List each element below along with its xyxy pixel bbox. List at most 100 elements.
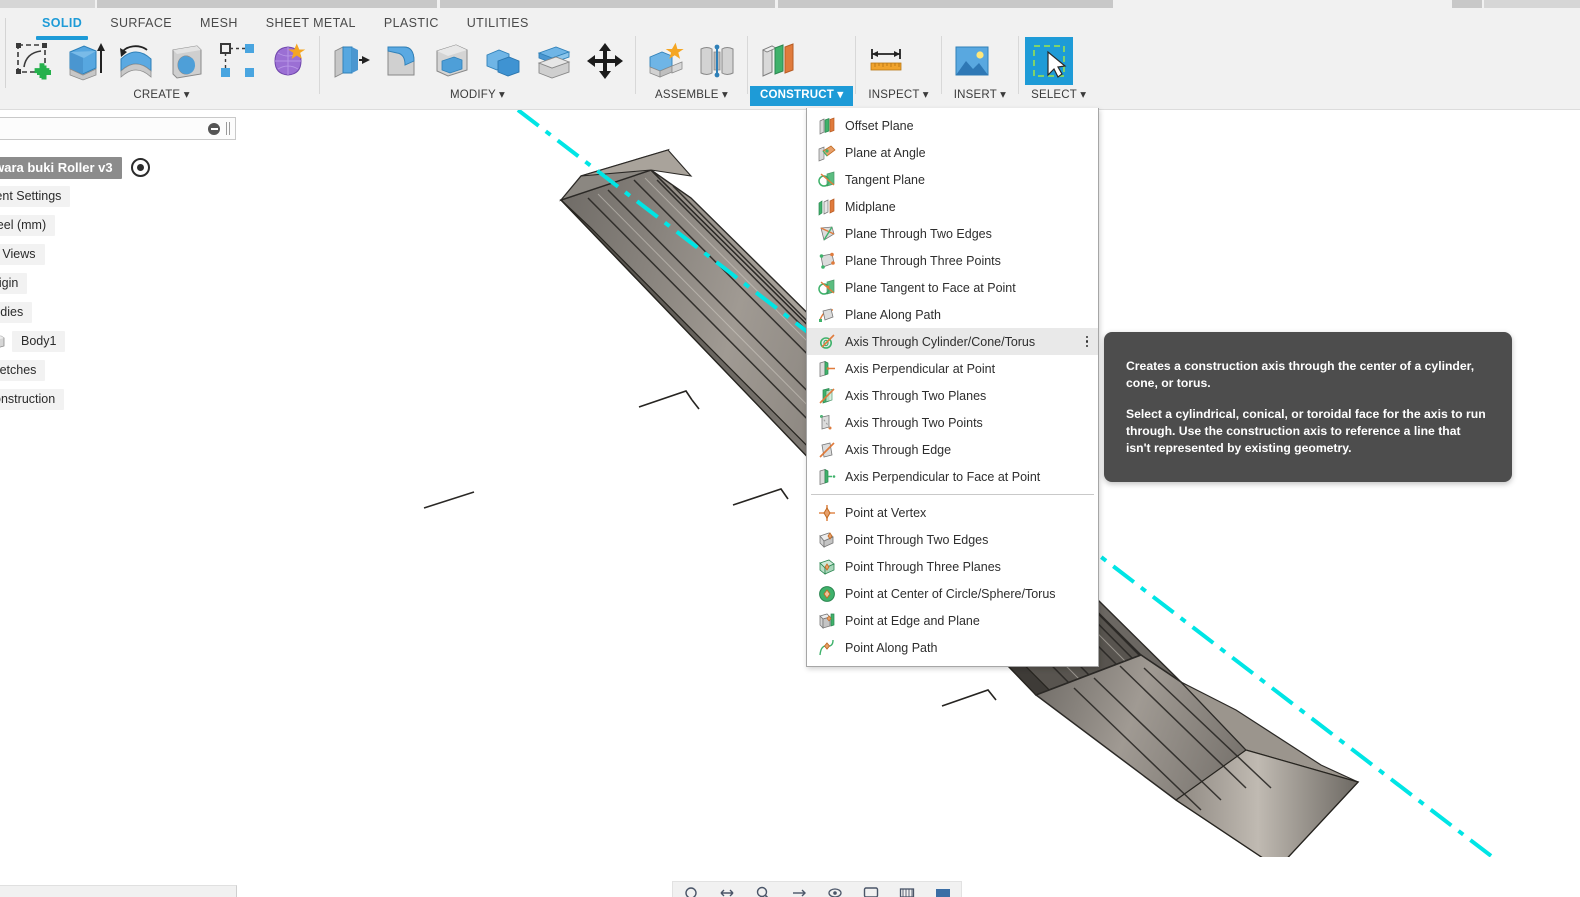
point-center-circle-icon: [817, 584, 837, 604]
panel-dropdown-insert[interactable]: INSERT ▾: [944, 86, 1016, 106]
browser-node-sketches[interactable]: Sketches: [0, 356, 236, 385]
combine-icon[interactable]: [479, 37, 527, 85]
workspace-tab-mesh[interactable]: MESH: [186, 10, 252, 36]
browser-node-bodies[interactable]: Bodies: [0, 298, 236, 327]
collapse-all-icon[interactable]: [208, 122, 220, 135]
panel-grip-icon[interactable]: [226, 122, 227, 135]
visibility-toggle-icon[interactable]: [130, 158, 150, 177]
menu-item-plane-at-angle[interactable]: Plane at Angle: [807, 139, 1098, 166]
workspace-tab-plastic[interactable]: PLASTIC: [370, 10, 453, 36]
panel-dropdown-construct[interactable]: CONSTRUCT ▾: [750, 86, 854, 106]
menu-item-label: Plane at Angle: [845, 145, 926, 160]
select-window-icon[interactable]: [1025, 37, 1074, 85]
browser-tab-segment[interactable]: [778, 0, 1113, 8]
menu-item-label: Offset Plane: [845, 118, 914, 133]
browser-node-steel-mm[interactable]: Steel (mm): [0, 211, 236, 240]
browser-node-construction[interactable]: Construction: [0, 385, 236, 414]
orbit-icon[interactable]: [680, 885, 702, 897]
ribbon-panel-create: CREATE ▾: [6, 36, 317, 108]
browser-tab-segment[interactable]: [0, 0, 95, 8]
construct-dropdown-menu[interactable]: Offset Plane Plane at Angle Tangent Plane M…: [806, 108, 1099, 667]
panel-dropdown-modify[interactable]: MODIFY ▾: [322, 86, 633, 106]
menu-item-axis-through-edge[interactable]: Axis Through Edge: [807, 436, 1098, 463]
browser-tree: ngawara buki Roller v3 ment Settings Steel…: [0, 153, 236, 414]
panel-dropdown-inspect[interactable]: INSPECT ▾: [858, 86, 938, 106]
workspace-tab-sheet-metal[interactable]: SHEET METAL: [252, 10, 370, 36]
fit-icon[interactable]: [788, 885, 810, 897]
new-component-icon[interactable]: [642, 37, 690, 85]
construct-plane-icon[interactable]: [754, 37, 802, 85]
menu-item-point-at-center-of-circle-sphere-torus[interactable]: Point at Center of Circle/Sphere/Torus: [807, 580, 1098, 607]
press-pull-icon[interactable]: [326, 37, 374, 85]
browser-node-label: Body1: [12, 331, 66, 352]
form-icon[interactable]: [265, 37, 313, 85]
menu-item-midplane[interactable]: Midplane: [807, 193, 1098, 220]
timeline-panel[interactable]: [0, 885, 237, 897]
menu-item-point-through-two-edges[interactable]: Point Through Two Edges: [807, 526, 1098, 553]
hole-icon[interactable]: [163, 37, 211, 85]
menu-item-point-at-edge-and-plane[interactable]: Point at Edge and Plane: [807, 607, 1098, 634]
workspace-tab-utilities[interactable]: UTILITIES: [453, 10, 543, 36]
pan-icon[interactable]: [716, 885, 738, 897]
display-settings-icon[interactable]: [860, 885, 882, 897]
browser-tab-segment[interactable]: [97, 0, 437, 8]
menu-item-point-through-three-planes[interactable]: Point Through Three Planes: [807, 553, 1098, 580]
browser-node-label: Construction: [0, 389, 65, 410]
menu-item-point-along-path[interactable]: Point Along Path: [807, 634, 1098, 661]
move-copy-icon[interactable]: [581, 37, 629, 85]
menu-item-axis-through-two-points[interactable]: Axis Through Two Points: [807, 409, 1098, 436]
extrude-icon[interactable]: [61, 37, 109, 85]
shell-icon[interactable]: [428, 37, 476, 85]
menu-item-label: Plane Along Path: [845, 307, 941, 322]
browser-node-ment-settings[interactable]: ment Settings: [0, 182, 236, 211]
zoom-icon[interactable]: [752, 885, 774, 897]
menu-item-plane-along-path[interactable]: Plane Along Path: [807, 301, 1098, 328]
menu-item-label: Plane Tangent to Face at Point: [845, 280, 1016, 295]
panel-dropdown-assemble[interactable]: ASSEMBLE ▾: [638, 86, 745, 106]
offset-face-icon[interactable]: [530, 37, 578, 85]
measure-icon[interactable]: [862, 37, 910, 85]
browser-search-bar[interactable]: [0, 117, 236, 140]
menu-item-axis-through-two-planes[interactable]: Axis Through Two Planes: [807, 382, 1098, 409]
browser-tab-segment[interactable]: [1452, 0, 1482, 8]
menu-item-point-at-vertex[interactable]: Point at Vertex: [807, 499, 1098, 526]
point-two-edges-icon: [817, 530, 837, 550]
panel-dropdown-select[interactable]: SELECT ▾: [1021, 86, 1096, 106]
pattern-icon[interactable]: [214, 37, 262, 85]
browser-node-origin[interactable]: Origin: [0, 269, 236, 298]
menu-item-tangent-plane[interactable]: Tangent Plane: [807, 166, 1098, 193]
menu-item-axis-perpendicular-at-point[interactable]: Axis Perpendicular at Point: [807, 355, 1098, 382]
menu-item-label: Point at Edge and Plane: [845, 613, 980, 628]
menu-item-axis-through-cylinder-cone-torus[interactable]: Axis Through Cylinder/Cone/Torus: [807, 328, 1098, 355]
menu-item-offset-plane[interactable]: Offset Plane: [807, 112, 1098, 139]
panel-tool-row: [638, 36, 745, 86]
menu-item-plane-through-two-edges[interactable]: Plane Through Two Edges: [807, 220, 1098, 247]
axis-perp-face-icon: [817, 467, 837, 487]
joint-icon[interactable]: [693, 37, 741, 85]
fillet-icon[interactable]: [377, 37, 425, 85]
create-sketch-icon[interactable]: [10, 37, 58, 85]
insert-image-icon[interactable]: [948, 37, 996, 85]
workspace-tab-surface[interactable]: SURFACE: [96, 10, 186, 36]
menu-item-plane-through-three-points[interactable]: Plane Through Three Points: [807, 247, 1098, 274]
tangent-plane-icon: [817, 170, 837, 190]
viewports-icon[interactable]: [932, 885, 954, 897]
browser-tab-segment[interactable]: [440, 0, 775, 8]
browser-node-ed-views[interactable]: ed Views: [0, 240, 236, 269]
browser-node-body1[interactable]: Body1: [0, 327, 236, 356]
overflow-menu-icon[interactable]: [1085, 335, 1093, 348]
menu-item-label: Point Along Path: [845, 640, 938, 655]
workspace-tab-solid[interactable]: SOLID: [28, 10, 96, 40]
view-navigation-bar[interactable]: [672, 881, 962, 897]
menu-item-axis-perpendicular-to-face-at-point[interactable]: Axis Perpendicular to Face at Point: [807, 463, 1098, 490]
browser-node-ngawara-buki-roller-v3[interactable]: ngawara buki Roller v3: [0, 153, 236, 182]
panel-separator: [1018, 36, 1020, 94]
browser-tab-segment[interactable]: [1484, 0, 1580, 8]
menu-item-plane-tangent-to-face-at-point[interactable]: Plane Tangent to Face at Point: [807, 274, 1098, 301]
look-at-icon[interactable]: [824, 885, 846, 897]
menu-separator: [811, 494, 1094, 495]
panel-dropdown-create[interactable]: CREATE ▾: [6, 86, 317, 106]
grid-snap-icon[interactable]: [896, 885, 918, 897]
ribbon-panel-modify: MODIFY ▾: [322, 36, 633, 108]
revolve-icon[interactable]: [112, 37, 160, 85]
